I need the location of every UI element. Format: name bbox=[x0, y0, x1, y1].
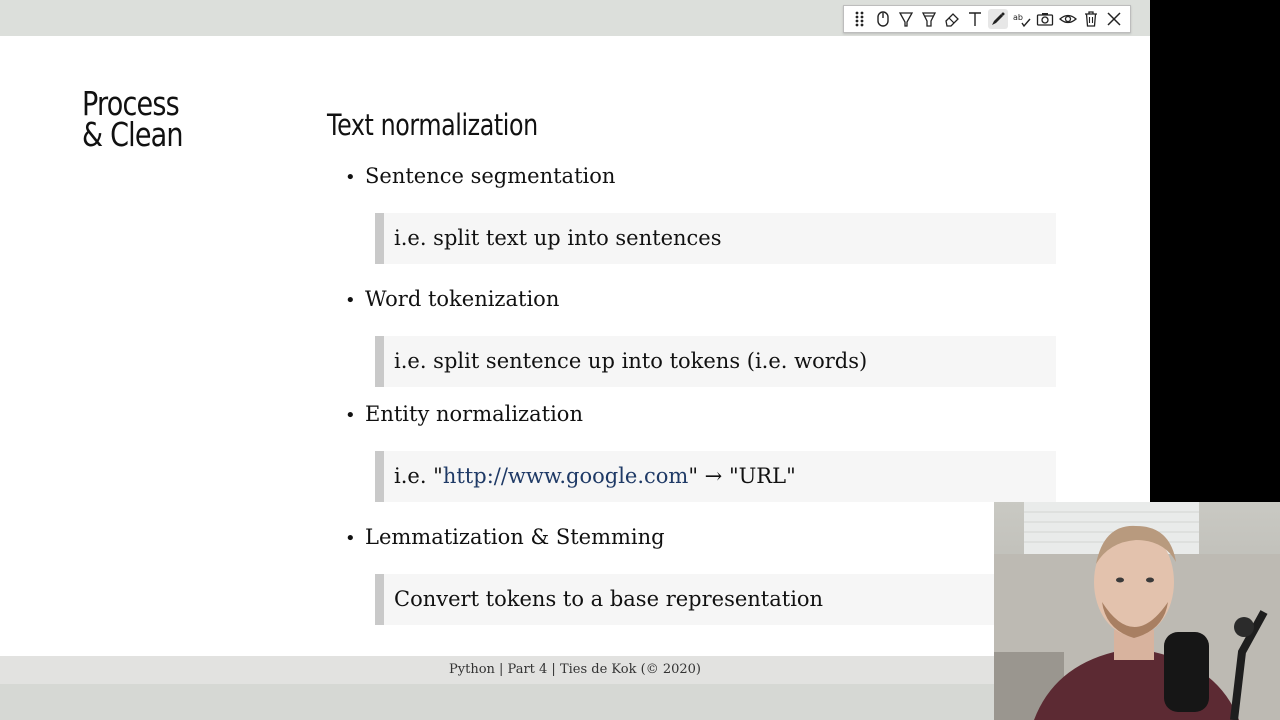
bullet-item: • Entity normalization bbox=[345, 402, 583, 426]
trash-icon[interactable] bbox=[1081, 9, 1101, 29]
drag-handle-icon[interactable] bbox=[850, 9, 870, 29]
annotation-toolbar: ab bbox=[843, 5, 1131, 33]
section-title: Process & Clean bbox=[82, 87, 246, 154]
slide: Process & Clean Text normalization • Sent… bbox=[0, 36, 1150, 656]
section-title-line2: & Clean bbox=[82, 115, 184, 154]
bullet-item: • Lemmatization & Stemming bbox=[345, 525, 665, 549]
bullet-dot: • bbox=[345, 290, 356, 311]
slide-heading: Text normalization bbox=[327, 108, 538, 142]
svg-text:ab: ab bbox=[1013, 13, 1023, 22]
bottom-background bbox=[0, 684, 1150, 720]
eraser-icon[interactable] bbox=[942, 9, 962, 29]
quote-block: i.e. split sentence up into tokens (i.e.… bbox=[375, 336, 1056, 387]
bullet-dot: • bbox=[345, 167, 356, 188]
text-icon[interactable] bbox=[965, 9, 985, 29]
bullet-label: Entity normalization bbox=[365, 402, 583, 426]
bullet-label: Lemmatization & Stemming bbox=[365, 525, 665, 549]
spellcheck-icon[interactable]: ab bbox=[1012, 9, 1032, 29]
highlighter-icon[interactable] bbox=[896, 9, 916, 29]
pen-icon[interactable] bbox=[988, 9, 1009, 29]
quote-block: i.e. split text up into sentences bbox=[375, 213, 1056, 264]
bullet-item: • Sentence segmentation bbox=[345, 164, 615, 188]
marker-icon[interactable] bbox=[919, 9, 939, 29]
bullet-dot: • bbox=[345, 528, 356, 549]
webcam-image bbox=[994, 502, 1280, 720]
mouse-icon[interactable] bbox=[873, 9, 893, 29]
bullet-item: • Word tokenization bbox=[345, 287, 559, 311]
bullet-label: Sentence segmentation bbox=[365, 164, 616, 188]
quote-text: i.e. split text up into sentences bbox=[394, 226, 722, 250]
quote-text: Convert tokens to a base representation bbox=[394, 587, 824, 611]
quote-block: Convert tokens to a base representation bbox=[375, 574, 1056, 625]
quote-suffix: " → "URL" bbox=[688, 464, 796, 488]
slide-footer: Python | Part 4 | Ties de Kok (© 2020) bbox=[0, 656, 1150, 684]
bullet-dot: • bbox=[345, 405, 356, 426]
quote-prefix: i.e. " bbox=[394, 464, 443, 488]
eye-icon[interactable] bbox=[1058, 9, 1078, 29]
quote-text: i.e. split sentence up into tokens (i.e.… bbox=[394, 349, 868, 373]
camera-icon[interactable] bbox=[1035, 9, 1055, 29]
google-link[interactable]: http://www.google.com bbox=[443, 464, 689, 488]
webcam-video bbox=[994, 502, 1280, 720]
bullet-label: Word tokenization bbox=[365, 287, 560, 311]
quote-block: i.e. "http://www.google.com" → "URL" bbox=[375, 451, 1056, 502]
close-icon[interactable] bbox=[1104, 9, 1124, 29]
